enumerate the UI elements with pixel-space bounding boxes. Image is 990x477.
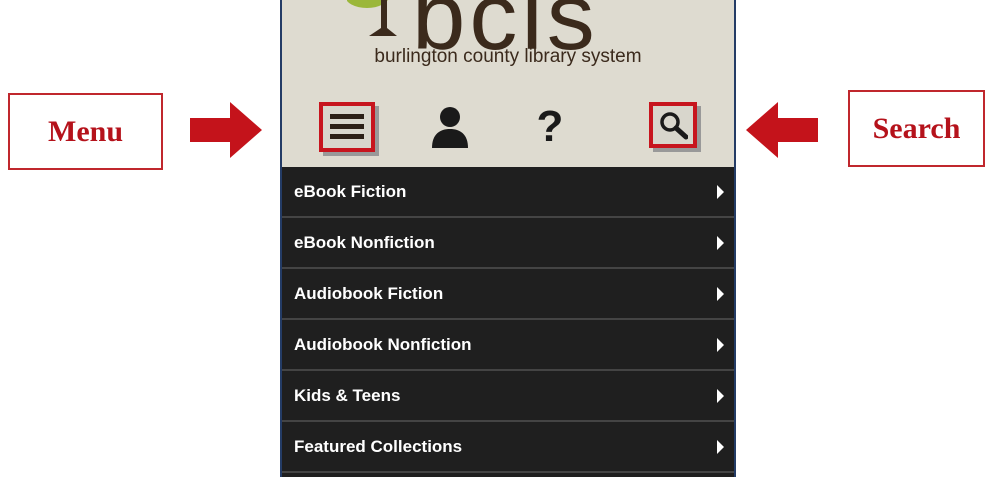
chevron-right-icon (717, 337, 724, 352)
phone-screen: bcls burlington county library system ? (280, 0, 736, 477)
menu-icon (330, 114, 364, 139)
help-button[interactable]: ? (522, 102, 578, 152)
menu-item-ebook-fiction[interactable]: eBook Fiction (282, 167, 734, 218)
chevron-right-icon (717, 184, 724, 199)
arrow-right-icon (190, 102, 262, 158)
menu-item-audiobook-fiction[interactable]: Audiobook Fiction (282, 269, 734, 320)
help-icon: ? (536, 102, 564, 151)
menu-item-label: Audiobook Nonfiction (294, 334, 472, 354)
menu-item-audiobook-nonfiction[interactable]: Audiobook Nonfiction (282, 320, 734, 371)
logo-tagline: burlington county library system (374, 46, 642, 67)
menu-button[interactable] (319, 102, 375, 152)
search-icon (660, 112, 688, 140)
account-button[interactable] (422, 102, 478, 152)
arrow-left-icon (746, 102, 818, 158)
menu-item-label: eBook Fiction (294, 181, 407, 201)
menu-callout-label: Menu (48, 114, 123, 148)
search-callout: Search (848, 90, 985, 167)
menu-item-label: Kids & Teens (294, 385, 401, 405)
category-menu: eBook Fiction eBook Nonfiction Audiobook… (282, 167, 734, 473)
menu-item-label: eBook Nonfiction (294, 232, 435, 252)
menu-item-kids-teens[interactable]: Kids & Teens (282, 371, 734, 422)
search-callout-label: Search (872, 111, 961, 145)
menu-item-featured-collections[interactable]: Featured Collections (282, 422, 734, 473)
chevron-right-icon (717, 439, 724, 454)
search-button[interactable] (649, 102, 697, 148)
chevron-right-icon (717, 235, 724, 250)
user-icon (432, 107, 468, 148)
chevron-right-icon (717, 286, 724, 301)
menu-callout: Menu (8, 93, 163, 170)
chevron-right-icon (717, 388, 724, 403)
tree-logo-icon (347, 0, 397, 36)
menu-item-label: Audiobook Fiction (294, 283, 444, 303)
menu-item-ebook-nonfiction[interactable]: eBook Nonfiction (282, 218, 734, 269)
menu-item-label: Featured Collections (294, 436, 463, 456)
app-header: bcls burlington county library system ? (282, 0, 734, 167)
